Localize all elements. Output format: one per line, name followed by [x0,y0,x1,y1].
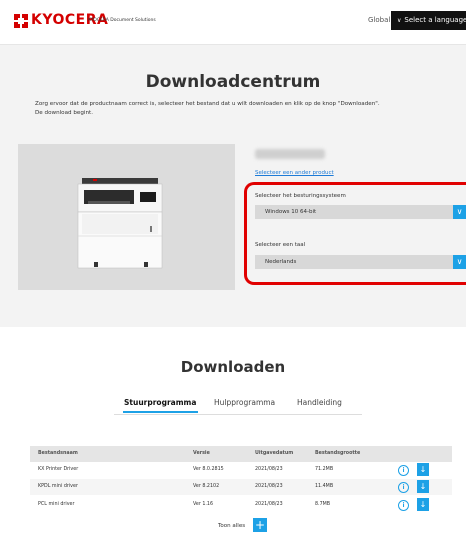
column-header-size: Bestandsgrootte [315,451,361,456]
select-language-button[interactable]: ∨ Select a language [391,11,466,30]
tab-stuurprogramma[interactable]: Stuurprogramma [124,398,196,407]
row-size: 71.2MB [315,467,334,472]
row-size: 11.4MB [315,484,334,489]
product-image [18,144,235,290]
site-header: KYOCERA KYOCERA Document Solutions Globa… [0,0,466,45]
intro-line-1: Zorg ervoor dat de productnaam correct i… [35,101,380,107]
os-label: Selecteer het besturingssysteem [255,193,346,199]
select-language-label: Select a language [404,16,466,24]
row-filename: KX Printer Driver [38,467,79,472]
column-header-date: Uitgavedatum [255,451,294,456]
column-header-version: Versie [193,451,210,456]
language-select[interactable]: Nederlands ∨ [255,255,466,269]
download-icon[interactable]: ↓ [417,463,429,476]
kyocera-logo-icon[interactable] [14,14,28,28]
os-select[interactable]: Windows 10 64-bit ∨ [255,205,466,219]
table-row: PCL mini driver Ver 1.16 2021/08/23 8.7M… [30,497,452,513]
row-version: Ver 8.2102 [193,484,220,489]
download-icon[interactable]: ↓ [417,498,429,511]
row-version: Ver 1.16 [193,502,214,507]
row-date: 2021/08/23 [255,484,283,489]
language-label: Selecteer een taal [255,242,306,248]
page-title: Downloadcentrum [145,72,321,92]
show-all-label[interactable]: Toon alles [218,523,245,529]
table-row: KPDL mini driver Ver 8.2102 2021/08/23 1… [30,479,452,495]
info-icon[interactable]: i [398,500,409,511]
printer-icon [77,178,163,269]
brand-subtitle: KYOCERA Document Solutions [88,18,156,23]
select-other-product-link[interactable]: Selecteer een ander product [255,170,334,176]
column-header-filename: Bestandsnaam [38,451,78,456]
row-date: 2021/08/23 [255,467,283,472]
intro-text: Zorg ervoor dat de productnaam correct i… [35,100,455,118]
table-header: Bestandsnaam Versie Uitgavedatum Bestand… [30,446,452,462]
row-size: 8.7MB [315,502,331,507]
intro-line-2: De download begint. [35,110,93,116]
tab-handleiding[interactable]: Handleiding [297,398,342,407]
row-filename: KPDL mini driver [38,484,78,489]
global-link[interactable]: Global [368,16,390,24]
info-icon[interactable]: i [398,482,409,493]
table-row: KX Printer Driver Ver 8.0.2815 2021/08/2… [30,462,452,478]
chevron-down-icon[interactable]: ∨ [453,255,466,269]
active-tab-indicator [123,411,198,413]
download-icon[interactable]: ↓ [417,480,429,493]
download-tabs: Stuurprogramma Hulpprogramma Handleiding [114,394,362,415]
row-date: 2021/08/23 [255,502,283,507]
row-filename: PCL mini driver [38,502,75,507]
show-all-plus-button[interactable]: + [253,518,267,532]
chevron-down-icon[interactable]: ∨ [453,205,466,219]
language-select-value: Nederlands [265,259,297,265]
tab-hulpprogramma[interactable]: Hulpprogramma [214,398,275,407]
downloads-title: Downloaden [180,358,286,376]
info-icon[interactable]: i [398,465,409,476]
os-select-value: Windows 10 64-bit [265,209,317,215]
chevron-down-icon: ∨ [397,17,402,24]
row-version: Ver 8.0.2815 [193,467,224,472]
product-name [255,149,325,159]
